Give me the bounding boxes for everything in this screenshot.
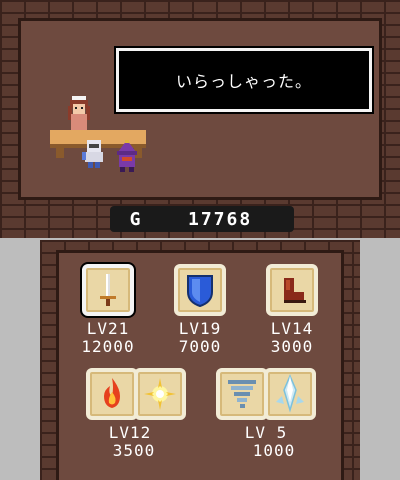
boots-level: LV14: [270, 319, 314, 338]
sword-icon: [100, 274, 116, 306]
fire-flash-level: LV12: [108, 423, 152, 442]
tornado-ice-level: LV 5: [244, 423, 288, 442]
fire-flash-price: 3500: [112, 441, 156, 460]
fire-icon: [104, 378, 120, 408]
boots-slot[interactable]: [266, 264, 318, 316]
mage-sprite: [117, 140, 137, 172]
flash-icon: [144, 378, 176, 410]
shield-price: 7000: [178, 337, 222, 356]
tornado-icon: [228, 380, 256, 408]
gold-value: 17768: [188, 208, 253, 230]
dialog-text: いらっしゃった。: [175, 72, 312, 91]
shield-level: LV19: [178, 319, 222, 338]
boots-price: 3000: [270, 337, 314, 356]
sword-level: LV21: [86, 319, 130, 338]
ice-spell-slot[interactable]: [264, 368, 316, 420]
shield-slot[interactable]: [174, 264, 226, 316]
top-screen: いらっしゃった。 G 17768: [0, 0, 400, 238]
shopkeeper-sprite: [68, 96, 90, 130]
gold-counter: G 17768: [110, 206, 294, 232]
sword-price: 12000: [81, 337, 135, 356]
knight-sprite: [82, 140, 103, 168]
bottom-screen: LV21 12000 LV19 7000 LV14 3000 LV12 3500…: [40, 240, 360, 480]
flash-spell-slot[interactable]: [134, 368, 186, 420]
ice-icon: [276, 374, 304, 413]
dialog-box: いらっしゃった。: [116, 48, 372, 112]
shield-icon: [187, 275, 213, 308]
sword-slot[interactable]: [82, 264, 134, 316]
gold-label: G: [129, 208, 141, 230]
boots-icon: [284, 278, 306, 303]
fire-spell-slot[interactable]: [86, 368, 138, 420]
tornado-ice-price: 1000: [252, 441, 296, 460]
tornado-spell-slot[interactable]: [216, 368, 268, 420]
counter-leg: [56, 144, 64, 158]
